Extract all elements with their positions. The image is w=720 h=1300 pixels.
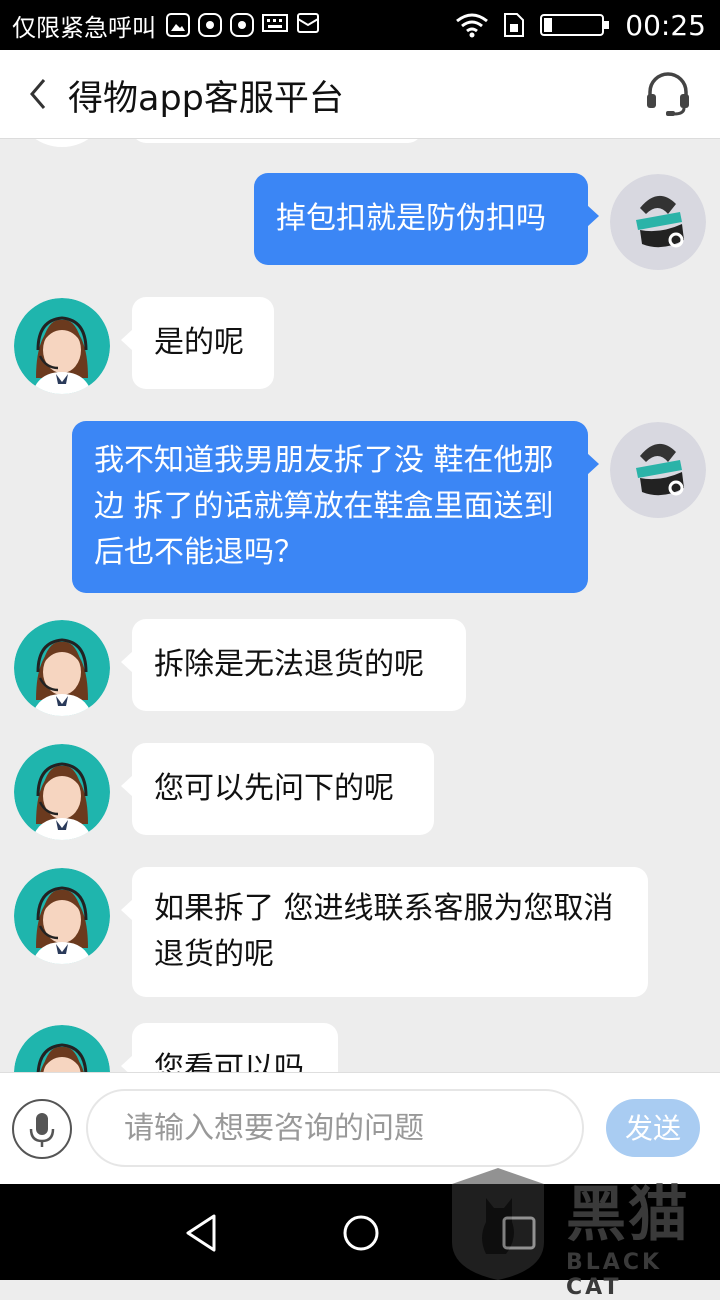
chevron-left-icon[interactable]	[26, 76, 50, 112]
user-avatar	[610, 422, 706, 518]
huawei-icon	[230, 13, 254, 37]
agent-avatar	[14, 744, 110, 840]
watermark-text: 黑猫	[566, 1180, 690, 1250]
wifi-icon	[456, 13, 489, 38]
message-input[interactable]	[86, 1089, 584, 1167]
agent-avatar	[14, 139, 110, 147]
nav-home-icon[interactable]	[340, 1212, 382, 1254]
message-bubble-incoming: 您可以先问下的呢	[121, 743, 434, 835]
sim-icon	[504, 13, 525, 37]
user-avatar	[610, 174, 706, 270]
agent-avatar	[14, 620, 110, 716]
message-bubble-outgoing: 我不知道我男朋友拆了没 鞋在他那边 拆了的话就算放在鞋盒里面送到后也不能退吗？	[72, 421, 599, 593]
message-bubble-incoming: 是的呢	[121, 297, 274, 389]
agent-avatar	[14, 298, 110, 394]
message-bubble-partial	[132, 139, 422, 143]
page-title: 得物app客服平台	[68, 79, 344, 119]
keyboard-icon	[262, 13, 288, 37]
send-button[interactable]: 发送	[606, 1099, 700, 1157]
agent-avatar	[14, 868, 110, 964]
voice-input-button[interactable]	[12, 1099, 72, 1159]
nav-back-icon[interactable]	[180, 1212, 222, 1254]
carrier-label: 仅限紧急呼叫	[12, 13, 156, 42]
huawei-icon	[198, 13, 222, 37]
message-bubble-incoming: 您看可以吗	[121, 1023, 338, 1072]
mail-icon	[296, 11, 320, 39]
watermark-subtext: BLACK CAT	[566, 1250, 663, 1300]
battery-icon	[540, 14, 610, 36]
agent-avatar	[14, 1025, 110, 1072]
message-bubble-outgoing: 掉包扣就是防伪扣吗	[254, 173, 599, 265]
message-bubble-incoming: 拆除是无法退货的呢	[121, 619, 466, 711]
microphone-icon	[29, 1113, 55, 1147]
message-bubble-incoming: 如果拆了 您进线联系客服为您取消退货的呢	[121, 867, 648, 997]
headset-icon[interactable]	[644, 70, 692, 118]
app-header: 得物app客服平台	[0, 50, 720, 139]
clock: 00:25	[625, 8, 706, 42]
gallery-icon	[166, 13, 190, 37]
chat-area[interactable]: 掉包扣就是防伪扣吗 是的呢 我不知道我男朋友拆了没 鞋在他那边 拆了的话就算放在…	[0, 139, 720, 1072]
status-bar: 仅限紧急呼叫 00:25	[0, 0, 720, 50]
